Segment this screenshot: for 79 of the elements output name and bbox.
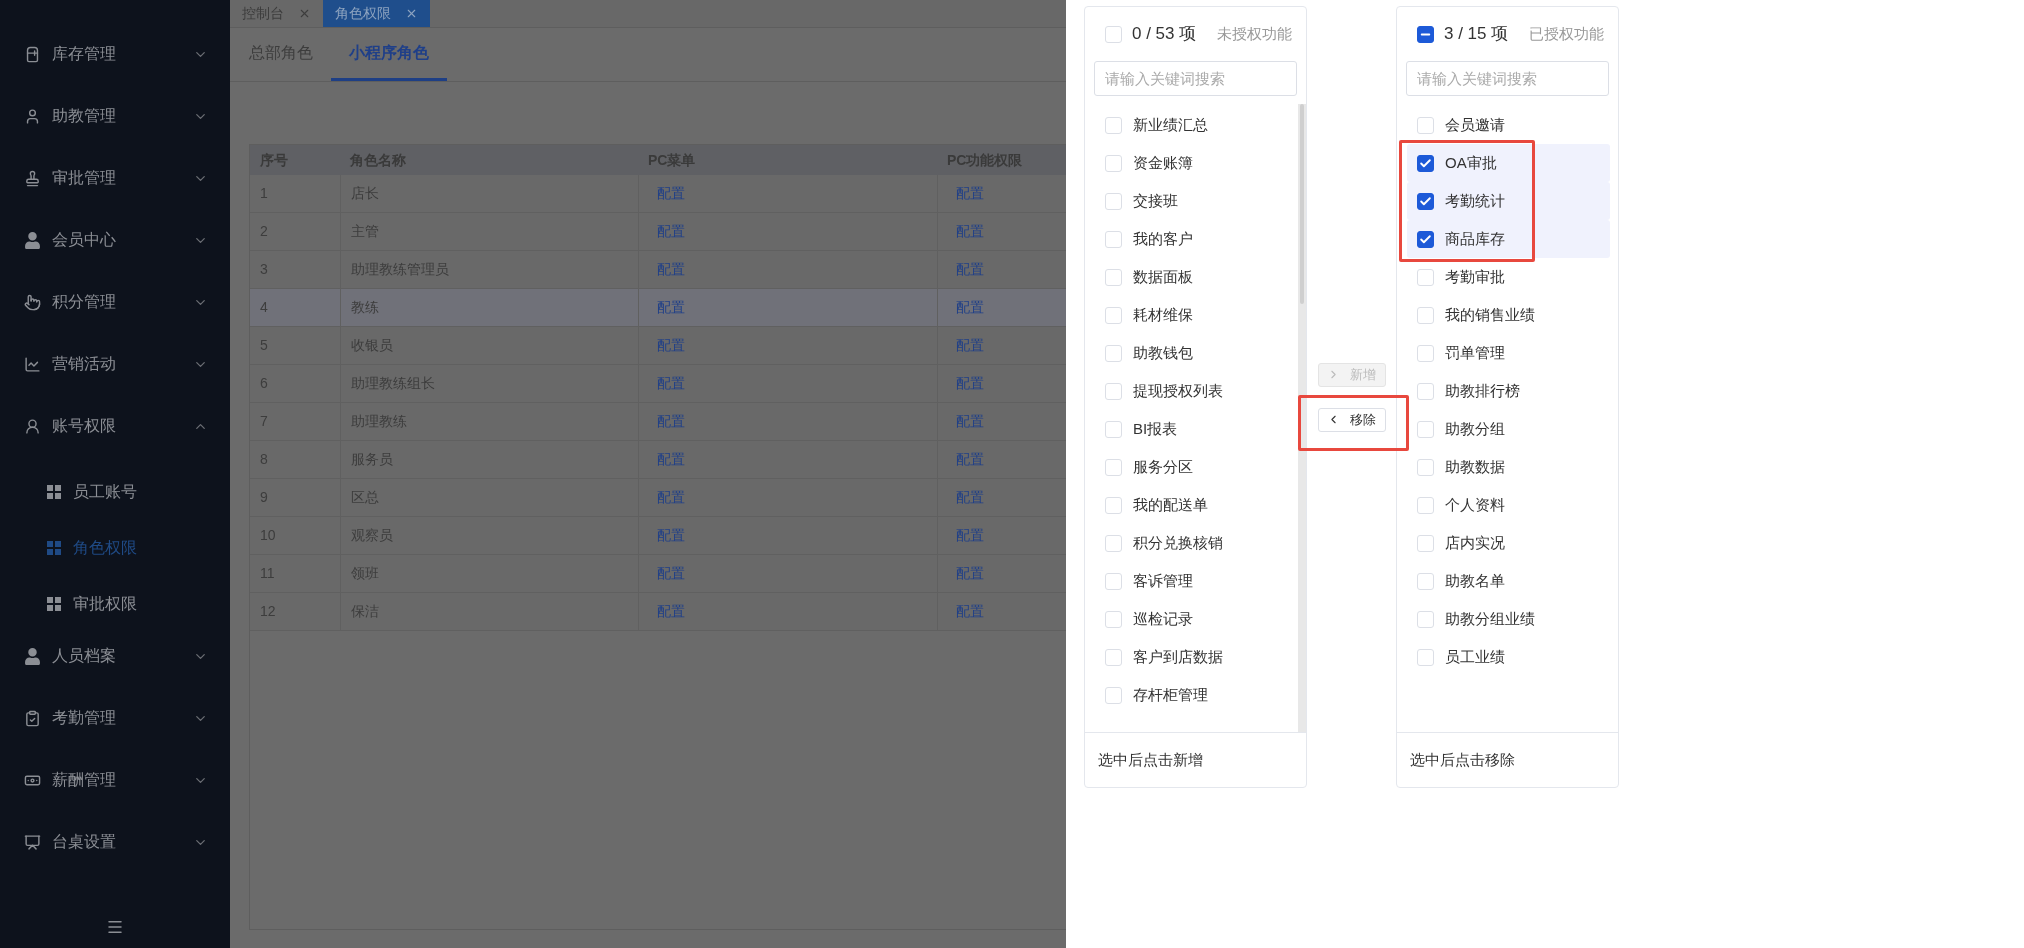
sidebar-item[interactable]: 账号权限 (0, 402, 230, 450)
list-item[interactable]: 巡检记录 (1095, 600, 1290, 638)
list-item[interactable]: 考勤审批 (1407, 258, 1610, 296)
sidebar-item[interactable]: 台桌设置 (0, 818, 230, 866)
sidebar-item[interactable]: 会员中心 (0, 216, 230, 264)
close-icon[interactable] (298, 7, 311, 20)
list-item[interactable]: 会员邀请 (1407, 106, 1610, 144)
list-item[interactable]: 店内实况 (1407, 524, 1610, 562)
list-item[interactable]: 我的配送单 (1095, 486, 1290, 524)
grid-icon (47, 541, 61, 555)
grid-icon (47, 485, 61, 499)
clipboard-icon (24, 709, 41, 727)
search-field[interactable]: 请输入关键词搜索 (1406, 61, 1609, 96)
list-item[interactable]: 助教名单 (1407, 562, 1610, 600)
list-item[interactable]: 资金账簿 (1095, 144, 1290, 182)
submenu-item[interactable]: 员工账号 (0, 464, 230, 520)
sidebar-item[interactable]: 考勤管理 (0, 694, 230, 742)
list-item[interactable]: 助教分组业绩 (1407, 600, 1610, 638)
sidebar-item[interactable]: 库存管理 (0, 30, 230, 78)
sidebar-item[interactable]: 营销活动 (0, 340, 230, 388)
sidebar-item[interactable]: 审批管理 (0, 154, 230, 202)
check-icon (1419, 232, 1432, 246)
list-item[interactable]: 耗材维保 (1095, 296, 1290, 334)
page-tab[interactable]: 角色权限 (323, 0, 430, 27)
list-item[interactable]: OA审批 (1407, 144, 1610, 182)
user-icon (24, 647, 41, 665)
list-item[interactable]: 助教钱包 (1095, 334, 1290, 372)
user-icon (24, 417, 41, 435)
item-count: 0 / 53 项 (1132, 23, 1197, 46)
list-item[interactable]: 助教排行榜 (1407, 372, 1610, 410)
hint-text: 选中后点击移除 (1410, 749, 1515, 770)
stamp-icon (24, 169, 41, 187)
list-item[interactable]: 数据面板 (1095, 258, 1290, 296)
sidebar-item[interactable]: 人员档案 (0, 632, 230, 680)
list-item[interactable]: 考勤统计 (1407, 182, 1610, 220)
grid-icon (47, 597, 61, 611)
list-item[interactable]: 我的客户 (1095, 220, 1290, 258)
list-item[interactable]: 存杆柜管理 (1095, 676, 1290, 714)
transfer-button[interactable]: 移除 (1317, 407, 1386, 432)
chart-icon (24, 355, 41, 373)
menu-icon[interactable] (106, 918, 124, 936)
user-icon (24, 107, 41, 125)
item-count: 3 / 15 项 (1444, 23, 1509, 46)
hint-text: 选中后点击新增 (1098, 749, 1203, 770)
list-item[interactable]: 提现授权列表 (1095, 372, 1290, 410)
checkbox[interactable] (1417, 25, 1434, 43)
panel-title: 未授权功能 (1217, 23, 1292, 44)
sidebar-item[interactable]: 助教管理 (0, 92, 230, 140)
checkbox[interactable] (1417, 230, 1434, 248)
list-item[interactable]: 新业绩汇总 (1095, 106, 1290, 144)
list-item[interactable]: 积分兑换核销 (1095, 524, 1290, 562)
hand-icon (24, 293, 41, 311)
cabinet-icon (24, 45, 41, 63)
list-item[interactable]: 助教数据 (1407, 448, 1610, 486)
list-item[interactable]: 商品库存 (1407, 220, 1610, 258)
checkbox[interactable] (1417, 154, 1434, 172)
check-icon (1419, 156, 1432, 170)
checkbox[interactable] (1417, 192, 1434, 210)
list-item[interactable]: BI报表 (1095, 410, 1290, 448)
list-item[interactable]: 助教分组 (1407, 410, 1610, 448)
close-icon[interactable] (405, 7, 418, 20)
sidebar-item[interactable]: 薪酬管理 (0, 756, 230, 804)
list-item[interactable]: 个人资料 (1407, 486, 1610, 524)
board-icon (24, 833, 41, 851)
list-item[interactable]: 员工业绩 (1407, 638, 1610, 676)
search-field[interactable]: 请输入关键词搜索 (1094, 61, 1297, 96)
panel-title: 已授权功能 (1529, 23, 1604, 44)
submenu-item[interactable]: 审批权限 (0, 576, 230, 632)
check-icon (1419, 194, 1432, 208)
list-item[interactable]: 交接班 (1095, 182, 1290, 220)
table-cell-text: 教练 (351, 298, 379, 317)
table-cell-text: 4 (260, 298, 268, 317)
user-icon (24, 231, 41, 249)
sidebar-item[interactable]: 积分管理 (0, 278, 230, 326)
list-item[interactable]: 服务分区 (1095, 448, 1290, 486)
list-item[interactable]: 我的销售业绩 (1407, 296, 1610, 334)
list-item[interactable]: 客诉管理 (1095, 562, 1290, 600)
list-item[interactable]: 罚单管理 (1407, 334, 1610, 372)
list-item[interactable]: 客户到店数据 (1095, 638, 1290, 676)
